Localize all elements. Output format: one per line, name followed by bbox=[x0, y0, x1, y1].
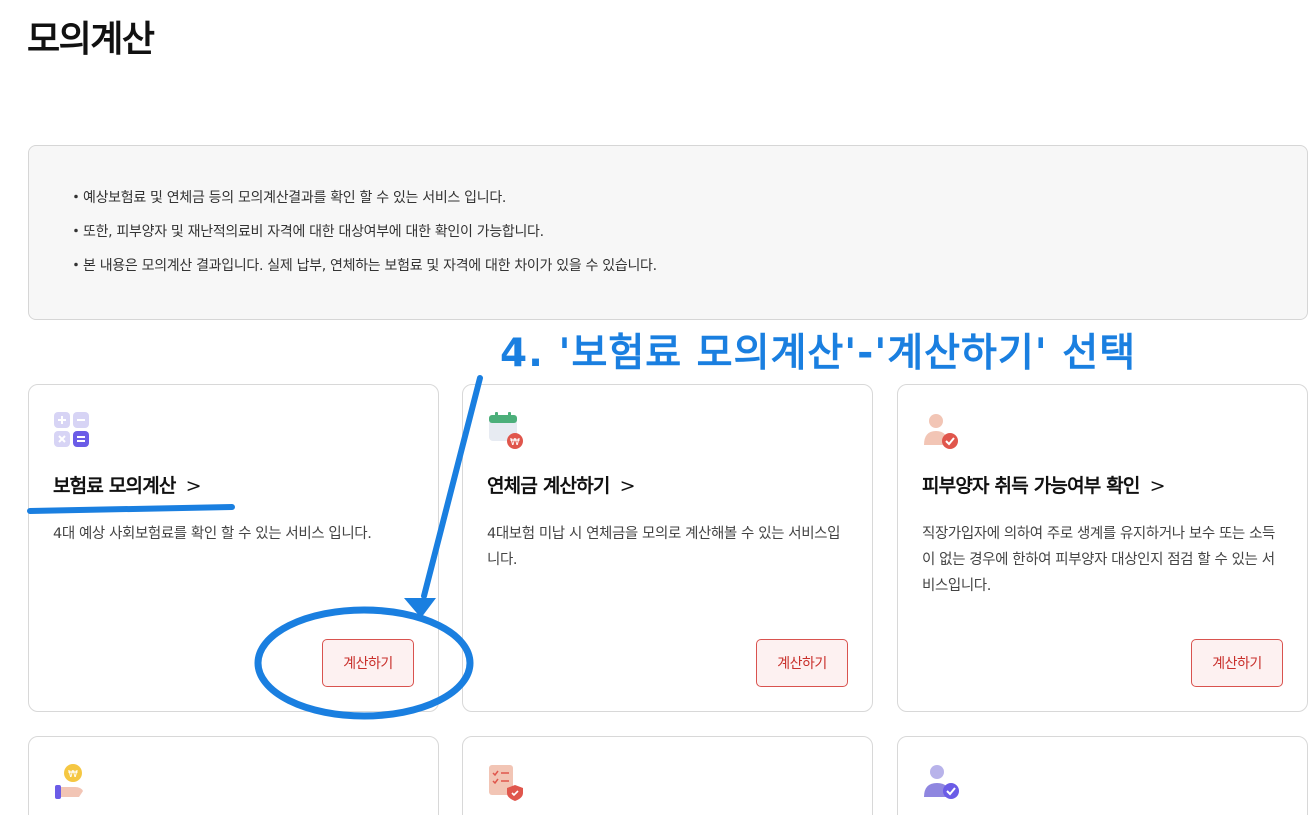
person-check-icon bbox=[922, 411, 960, 449]
hand-coin-icon: ₩ bbox=[53, 763, 91, 801]
document-shield-icon bbox=[487, 763, 525, 801]
user-check-icon bbox=[922, 763, 960, 801]
calendar-won-icon: ₩ bbox=[487, 411, 525, 449]
card-description: 4대보험 미납 시 연체금을 모의로 계산해볼 수 있는 서비스입니다. bbox=[487, 526, 841, 568]
card-title[interactable]: 연체금 계산하기 > bbox=[487, 471, 636, 498]
card-row2-3[interactable] bbox=[897, 736, 1308, 815]
info-line-3: ・본 내용은 모의계산 결과입니다. 실제 납부, 연체하는 보험료 및 자격에… bbox=[69, 258, 657, 274]
calculator-icon bbox=[53, 411, 91, 449]
calculate-button[interactable]: 계산하기 bbox=[322, 639, 414, 687]
page-title: 모의계산 bbox=[27, 19, 155, 60]
svg-text:₩: ₩ bbox=[68, 769, 78, 780]
chevron-right-icon: > bbox=[619, 475, 636, 497]
card-late-fee-calculation[interactable]: ₩ 연체금 계산하기 > 4대보험 미납 시 연체금을 모의로 계산해볼 수 있는… bbox=[462, 384, 873, 712]
tutorial-annotation: 4. '보험료 모의계산'-'계산하기' 선택 bbox=[500, 331, 1137, 376]
card-dependent-eligibility-check[interactable]: 피부양자 취득 가능여부 확인 > 직장가입자에 의하여 주로 생계를 유지하거나… bbox=[897, 384, 1308, 712]
card-description: 직장가입자에 의하여 주로 생계를 유지하거나 보수 또는 소득이 없는 경우에… bbox=[922, 526, 1275, 594]
info-line-1: ・예상보험료 및 연체금 등의 모의계산결과를 확인 할 수 있는 서비스 입니… bbox=[69, 190, 507, 206]
chevron-right-icon: > bbox=[1149, 475, 1166, 497]
svg-text:₩: ₩ bbox=[510, 437, 520, 448]
card-premium-simulation[interactable]: 보험료 모의계산 > 4대 예상 사회보험료를 확인 할 수 있는 서비스 입니다… bbox=[28, 384, 439, 712]
info-box: ・예상보험료 및 연체금 등의 모의계산결과를 확인 할 수 있는 서비스 입니… bbox=[28, 145, 1308, 320]
info-line-2: ・또한, 피부양자 및 재난적의료비 자격에 대한 대상여부에 대한 확인이 가… bbox=[69, 224, 544, 240]
card-title[interactable]: 피부양자 취득 가능여부 확인 > bbox=[922, 471, 1166, 498]
chevron-right-icon: > bbox=[185, 475, 202, 497]
calculate-button[interactable]: 계산하기 bbox=[1191, 639, 1283, 687]
calculate-button[interactable]: 계산하기 bbox=[756, 639, 848, 687]
card-row2-1[interactable]: ₩ bbox=[28, 736, 439, 815]
card-title[interactable]: 보험료 모의계산 > bbox=[53, 471, 202, 498]
card-row2-2[interactable] bbox=[462, 736, 873, 815]
card-description: 4대 예상 사회보험료를 확인 할 수 있는 서비스 입니다. bbox=[53, 526, 372, 542]
